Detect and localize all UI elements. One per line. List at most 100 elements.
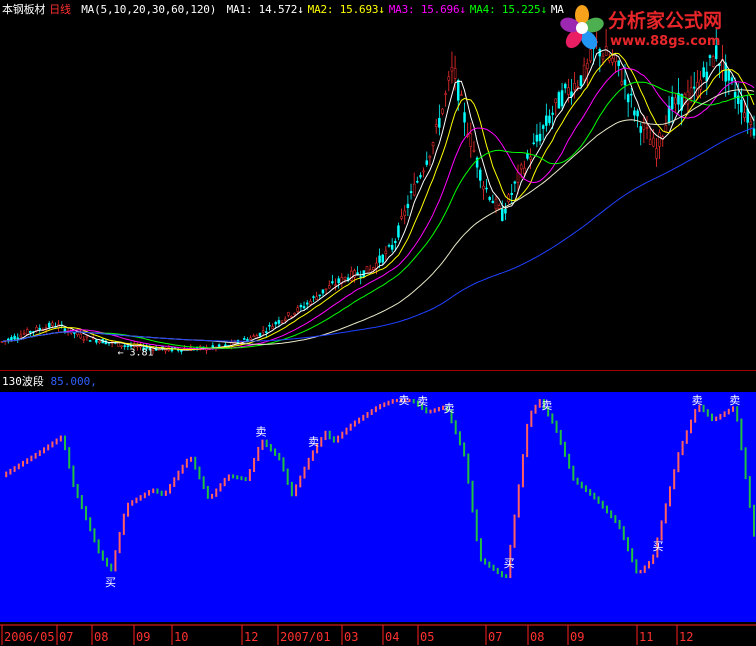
indicator-bar xyxy=(152,488,155,494)
indicator-bar xyxy=(290,481,293,497)
indicator-bar xyxy=(551,413,554,424)
candle-body xyxy=(664,125,668,132)
candle-body xyxy=(702,67,705,77)
indicator-bar xyxy=(517,484,520,518)
candle-body xyxy=(280,320,284,323)
candle-body xyxy=(456,80,460,101)
candle-body xyxy=(425,160,429,165)
candle-body xyxy=(548,115,551,124)
candle-body xyxy=(482,185,485,190)
indicator-bar xyxy=(374,406,377,413)
indicator-bar xyxy=(513,514,516,548)
candle-body xyxy=(211,345,215,348)
candle-body xyxy=(403,210,406,216)
indicator-bar xyxy=(555,420,558,433)
candle-body xyxy=(460,94,463,96)
indicator-value: 85.000, xyxy=(50,375,97,388)
indicator-bar xyxy=(379,404,382,410)
indicator-bar xyxy=(17,463,20,470)
indicator-bar xyxy=(437,407,440,412)
indicator-bar xyxy=(488,561,491,568)
indicator-bar xyxy=(559,429,562,445)
candle-body xyxy=(16,337,19,339)
indicator-bar xyxy=(479,538,482,562)
indicator-bar xyxy=(530,410,533,427)
indicator-bar xyxy=(454,420,457,435)
indicator-bar xyxy=(211,493,214,499)
candle-body xyxy=(642,122,646,130)
indicator-bar xyxy=(618,519,621,530)
indicator-bar xyxy=(76,484,79,499)
signal-label: 卖 xyxy=(308,435,319,448)
candle-body xyxy=(585,63,589,70)
indicator-bar xyxy=(631,548,634,563)
candle-body xyxy=(560,90,564,107)
indicator-bar xyxy=(563,441,566,457)
indicator-bar xyxy=(576,477,579,485)
candle-body xyxy=(447,76,451,81)
candle-body xyxy=(472,149,476,152)
candle-body xyxy=(614,54,617,62)
candle-body xyxy=(400,216,403,219)
indicator-bar xyxy=(13,466,16,472)
indicator-bar xyxy=(68,447,71,469)
ma-value-1: MA1: 14.572↓ xyxy=(226,3,304,16)
candle-body xyxy=(13,335,16,340)
candle-body xyxy=(611,58,614,63)
indicator-bar xyxy=(190,456,193,462)
indicator-bar xyxy=(727,408,730,415)
axis-label: 12 xyxy=(679,630,693,644)
candle-body xyxy=(290,315,293,318)
indicator-bar xyxy=(526,423,529,458)
indicator-bar xyxy=(274,448,277,456)
indicator-bar xyxy=(38,450,41,456)
indicator-bar xyxy=(307,457,310,470)
signal-label: 卖 xyxy=(417,395,428,408)
indicator-bar xyxy=(299,475,302,488)
indicator-bar xyxy=(677,452,680,473)
signal-label: 卖 xyxy=(255,426,266,439)
candle-body xyxy=(25,329,29,335)
candle-body xyxy=(271,326,274,329)
indicator-bar xyxy=(148,490,151,496)
indicator-bar xyxy=(143,492,146,499)
indicator-bar xyxy=(47,444,50,451)
indicator-bar xyxy=(425,407,428,414)
indicator-bar xyxy=(496,567,499,575)
indicator-bar xyxy=(244,477,247,482)
indicator-bar xyxy=(131,500,134,506)
candle-body xyxy=(387,245,391,247)
indicator-bar xyxy=(295,484,298,497)
logo-text: 分析家公式网 xyxy=(608,10,723,32)
indicator-bar xyxy=(185,458,188,468)
candle-body xyxy=(422,170,425,173)
indicator-bar xyxy=(169,483,172,494)
indicator-bar xyxy=(668,486,671,507)
indicator-panel: 卖卖卖 卖卖卖卖卖买买买 xyxy=(0,392,756,622)
candle-body xyxy=(337,278,340,284)
indicator-bar xyxy=(580,481,583,489)
candle-body xyxy=(658,132,661,147)
candle-body xyxy=(655,148,658,159)
candle-body xyxy=(85,335,89,338)
indicator-bar xyxy=(383,402,386,408)
indicator-bar xyxy=(681,440,684,456)
axis-label: 08 xyxy=(94,630,108,644)
candle-body xyxy=(293,312,296,315)
indicator-bar xyxy=(370,409,373,416)
indicator-bar xyxy=(265,439,268,448)
indicator-bar xyxy=(269,444,272,452)
indicator-bar xyxy=(110,563,113,572)
indicator-bar xyxy=(202,476,205,490)
candle-body xyxy=(545,115,548,126)
signal-label: 买 xyxy=(652,540,663,553)
indicator-bar xyxy=(341,431,344,439)
candle-body xyxy=(261,330,265,333)
indicator-bar xyxy=(471,480,474,513)
axis-label: 09 xyxy=(136,630,150,644)
indicator-bar xyxy=(521,454,524,488)
candle-body xyxy=(463,112,466,123)
candle-body xyxy=(390,244,394,250)
indicator-bar xyxy=(748,476,751,508)
candle-body xyxy=(372,267,375,270)
